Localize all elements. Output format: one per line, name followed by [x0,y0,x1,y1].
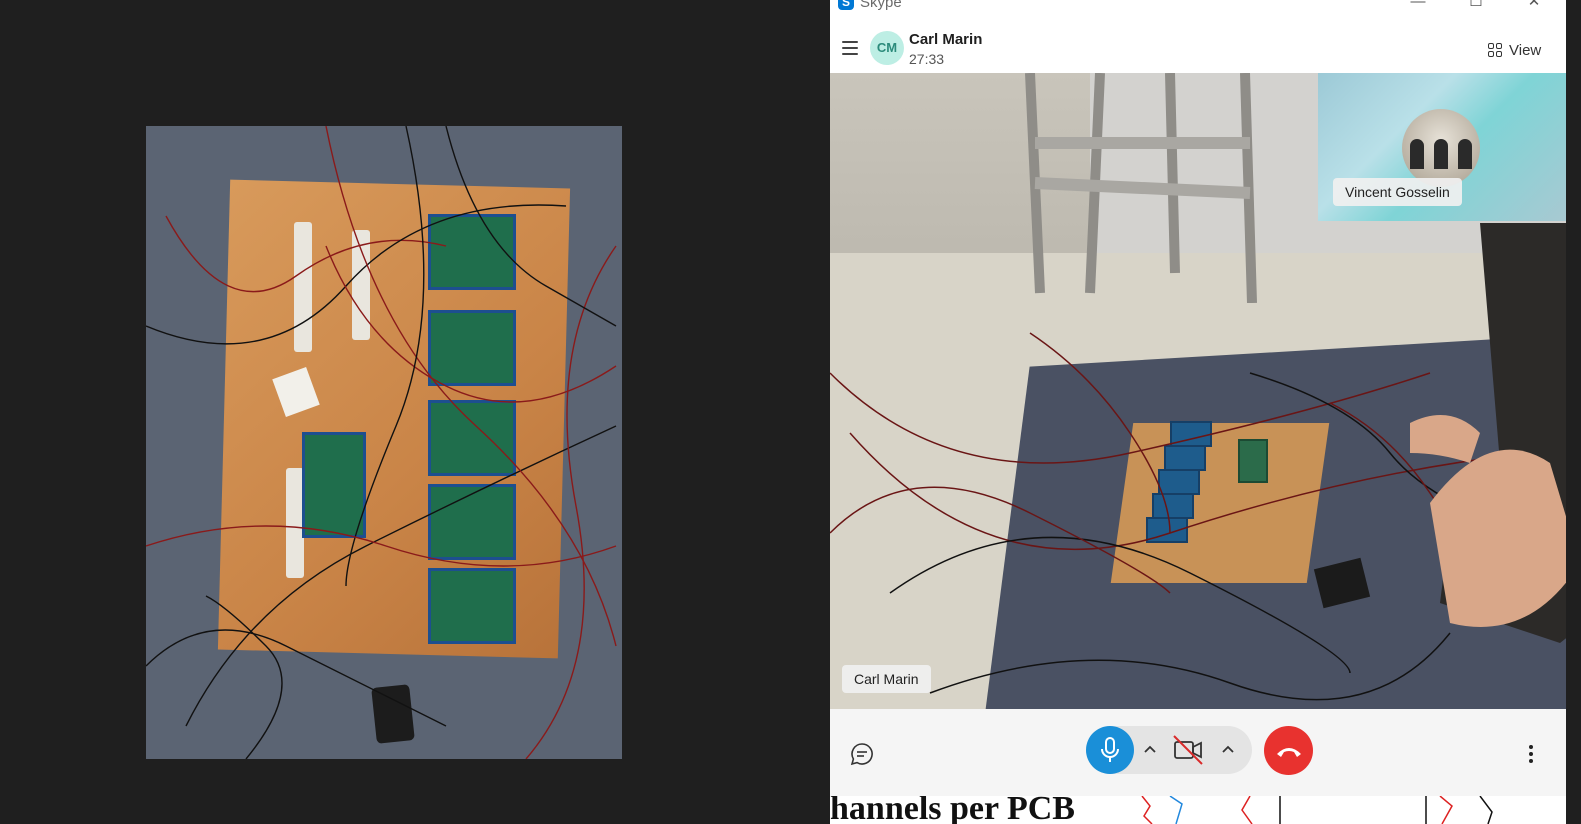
avatar [1402,109,1480,187]
self-view-tile[interactable]: Vincent Gosselin [1318,73,1566,221]
end-call-button[interactable] [1264,726,1313,775]
background-document: hannels per PCB [830,796,1566,824]
app-title: Skype [860,0,902,11]
document-plot-lines [1141,796,1493,824]
menu-icon[interactable] [842,41,858,55]
chevron-up-icon[interactable] [1216,738,1240,762]
photo-viewer [0,0,830,824]
arch-shape [1434,139,1448,169]
arch-shape [1410,139,1424,169]
call-duration: 27:33 [909,51,945,67]
wires-overlay [146,126,617,759]
more-options-icon[interactable] [1522,742,1540,766]
microphone-icon [1101,737,1119,762]
document-heading: hannels per PCB [830,796,1075,824]
caller-name: Carl Marin [909,31,983,48]
view-label: View [1509,41,1542,59]
chat-icon[interactable] [850,742,874,766]
camera-off-icon[interactable] [1170,732,1206,768]
participant-name-label: Carl Marin [842,665,931,693]
end-call-icon [1276,747,1301,757]
maximize-button[interactable]: ☐ [1456,0,1496,12]
screen-edge [1566,0,1581,824]
call-controls [830,709,1566,796]
audio-video-group [1086,726,1252,774]
microphone-button[interactable] [1086,726,1134,774]
wiring-board-photo [146,126,622,759]
minimize-button[interactable]: — [1398,0,1438,12]
call-header: CM Carl Marin 27:33 View [830,24,1566,73]
avatar[interactable]: CM [870,31,904,65]
arch-shape [1458,139,1472,169]
title-bar: S Skype — ☐ ✕ [830,0,1566,24]
chevron-up-icon[interactable] [1138,738,1162,762]
person [1410,223,1566,643]
view-button[interactable]: View [1488,40,1541,60]
grid-view-icon [1488,43,1502,57]
participant-name-label: Vincent Gosselin [1333,178,1462,206]
skype-window: S Skype — ☐ ✕ CM Carl Marin 27:33 View V… [830,0,1566,796]
skype-logo-icon: S [838,0,854,10]
close-button[interactable]: ✕ [1514,0,1554,12]
